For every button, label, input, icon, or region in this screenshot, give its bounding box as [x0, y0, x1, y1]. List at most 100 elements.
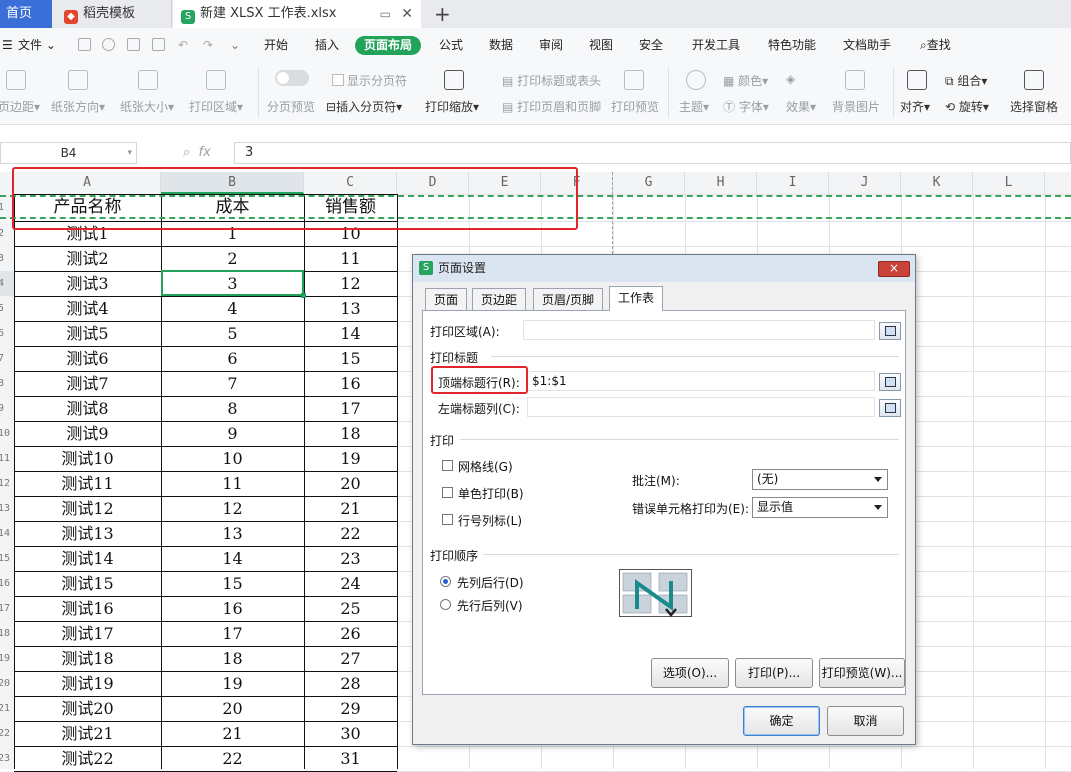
table-cell[interactable]: 测试18 [14, 646, 161, 671]
table-cell[interactable]: 测试7 [14, 371, 161, 396]
table-cell[interactable]: 测试21 [14, 721, 161, 746]
rows-to-repeat-input[interactable]: $1:$1 [527, 371, 875, 391]
fx-icon[interactable]: fx [199, 145, 211, 160]
row-header[interactable]: 9 [0, 396, 14, 421]
table-cell[interactable]: 25 [304, 596, 397, 621]
tab-active-file[interactable]: S 新建 XLSX 工作表.xlsx ▭ ✕ [173, 0, 421, 28]
row-header[interactable]: 10 [0, 421, 14, 446]
undo-icon[interactable]: ↶ [178, 28, 188, 62]
table-cell[interactable]: 22 [161, 746, 304, 771]
row-header[interactable]: 17 [0, 596, 14, 621]
menu-item[interactable]: 安全 [639, 28, 663, 62]
row-header[interactable]: 12 [0, 471, 14, 496]
ribbon-effects[interactable]: 效果▾ [786, 98, 816, 115]
new-tab-icon[interactable]: + [434, 0, 451, 28]
table-cell[interactable]: 23 [304, 546, 397, 571]
table-cell[interactable]: 19 [161, 671, 304, 696]
table-cell[interactable]: 6 [161, 346, 304, 371]
options-button[interactable]: 选项(O)... [651, 658, 729, 688]
table-cell[interactable]: 5 [161, 321, 304, 346]
print-button[interactable]: 打印(P)... [735, 658, 813, 688]
table-cell[interactable]: 14 [304, 321, 397, 346]
ribbon-print-preview[interactable]: 打印预览 [611, 98, 659, 115]
menu-item[interactable]: 视图 [589, 28, 613, 62]
print-icon[interactable] [127, 38, 140, 51]
row-header[interactable]: 15 [0, 546, 14, 571]
search-button[interactable]: ⌕查找 [920, 28, 951, 62]
ribbon-paper-size[interactable]: 纸张大小▾ [120, 98, 174, 115]
customize-dropdown-icon[interactable]: ⌄ [230, 28, 240, 62]
table-cell[interactable]: 测试8 [14, 396, 161, 421]
table-cell[interactable]: 15 [161, 571, 304, 596]
row-header[interactable]: 18 [0, 621, 14, 646]
menu-item[interactable]: 开始 [264, 28, 288, 62]
table-cell[interactable]: 10 [161, 446, 304, 471]
ribbon-print-scaling[interactable]: 打印缩放▾ [425, 98, 479, 115]
formula-input[interactable]: 3 [234, 142, 1071, 164]
chevron-down-icon[interactable]: ▾ [127, 143, 132, 163]
table-cell[interactable]: 8 [161, 396, 304, 421]
table-cell[interactable]: 21 [304, 496, 397, 521]
menu-item[interactable]: 插入 [315, 28, 339, 62]
table-cell[interactable]: 24 [304, 571, 397, 596]
table-cell[interactable]: 17 [304, 396, 397, 421]
table-cell[interactable]: 测试16 [14, 596, 161, 621]
table-cell[interactable]: 22 [304, 521, 397, 546]
print-preview-button[interactable]: 打印预览(W)... [819, 658, 905, 688]
table-cell[interactable]: 测试4 [14, 296, 161, 321]
tab-home[interactable]: 首页 [0, 0, 52, 28]
page-break-preview-toggle[interactable] [275, 70, 309, 86]
ribbon-group[interactable]: ⧉ 组合▾ [945, 72, 987, 89]
table-cell[interactable]: 27 [304, 646, 397, 671]
table-cell[interactable]: 29 [304, 696, 397, 721]
menu-item[interactable]: 审阅 [539, 28, 563, 62]
table-cell[interactable]: 测试12 [14, 496, 161, 521]
hamburger-icon[interactable]: ☰ [2, 28, 13, 62]
row-header[interactable]: 23 [0, 746, 14, 771]
column-header-h[interactable]: H [685, 172, 757, 194]
redo-icon[interactable]: ↷ [203, 28, 213, 62]
table-cell[interactable]: 26 [304, 621, 397, 646]
table-cell[interactable]: 测试15 [14, 571, 161, 596]
print-area-input[interactable] [523, 320, 875, 340]
table-cell[interactable]: 测试9 [14, 421, 161, 446]
row-header[interactable]: 3 [0, 246, 14, 271]
ribbon-print-area[interactable]: 打印区域▾ [189, 98, 243, 115]
cols-to-repeat-ref-button[interactable] [879, 399, 901, 417]
table-cell[interactable]: 测试17 [14, 621, 161, 646]
table-cell[interactable]: 测试20 [14, 696, 161, 721]
table-cell[interactable]: 2 [161, 246, 304, 271]
table-cell[interactable]: 测试5 [14, 321, 161, 346]
ribbon-selection-pane[interactable]: 选择窗格 [1010, 98, 1058, 115]
black-white-checkbox[interactable] [442, 487, 453, 498]
row-header[interactable]: 8 [0, 371, 14, 396]
table-cell[interactable]: 15 [304, 346, 397, 371]
ribbon-orientation[interactable]: 纸张方向▾ [51, 98, 105, 115]
row-header[interactable]: 14 [0, 521, 14, 546]
print-preview-icon[interactable] [152, 38, 165, 51]
table-cell[interactable]: 9 [161, 421, 304, 446]
table-cell[interactable]: 测试14 [14, 546, 161, 571]
table-cell[interactable]: 12 [304, 271, 397, 296]
table-cell[interactable]: 12 [161, 496, 304, 521]
table-cell[interactable]: 16 [304, 371, 397, 396]
table-cell[interactable]: 11 [304, 246, 397, 271]
row-header[interactable]: 4 [0, 271, 14, 296]
rows-to-repeat-ref-button[interactable] [879, 373, 901, 391]
ok-button[interactable]: 确定 [743, 706, 820, 736]
comments-select[interactable]: (无) [752, 469, 888, 490]
export-icon[interactable] [102, 38, 115, 51]
table-cell[interactable]: 30 [304, 721, 397, 746]
table-cell[interactable]: 测试3 [14, 271, 161, 296]
tab-header-footer[interactable]: 页眉/页脚 [533, 288, 604, 310]
ribbon-background-image[interactable]: 背景图片 [832, 98, 880, 115]
ribbon-margins[interactable]: 页边距▾ [0, 98, 40, 115]
ribbon-page-break-preview[interactable]: 分页预览 [267, 98, 315, 115]
table-cell[interactable]: 测试11 [14, 471, 161, 496]
tab-page[interactable]: 页面 [425, 288, 468, 310]
column-header-i[interactable]: I [757, 172, 829, 194]
table-cell[interactable]: 13 [304, 296, 397, 321]
menu-item[interactable]: 开发工具 [692, 28, 740, 62]
name-box[interactable]: B4 ▾ [0, 142, 137, 164]
row-header[interactable]: 19 [0, 646, 14, 671]
